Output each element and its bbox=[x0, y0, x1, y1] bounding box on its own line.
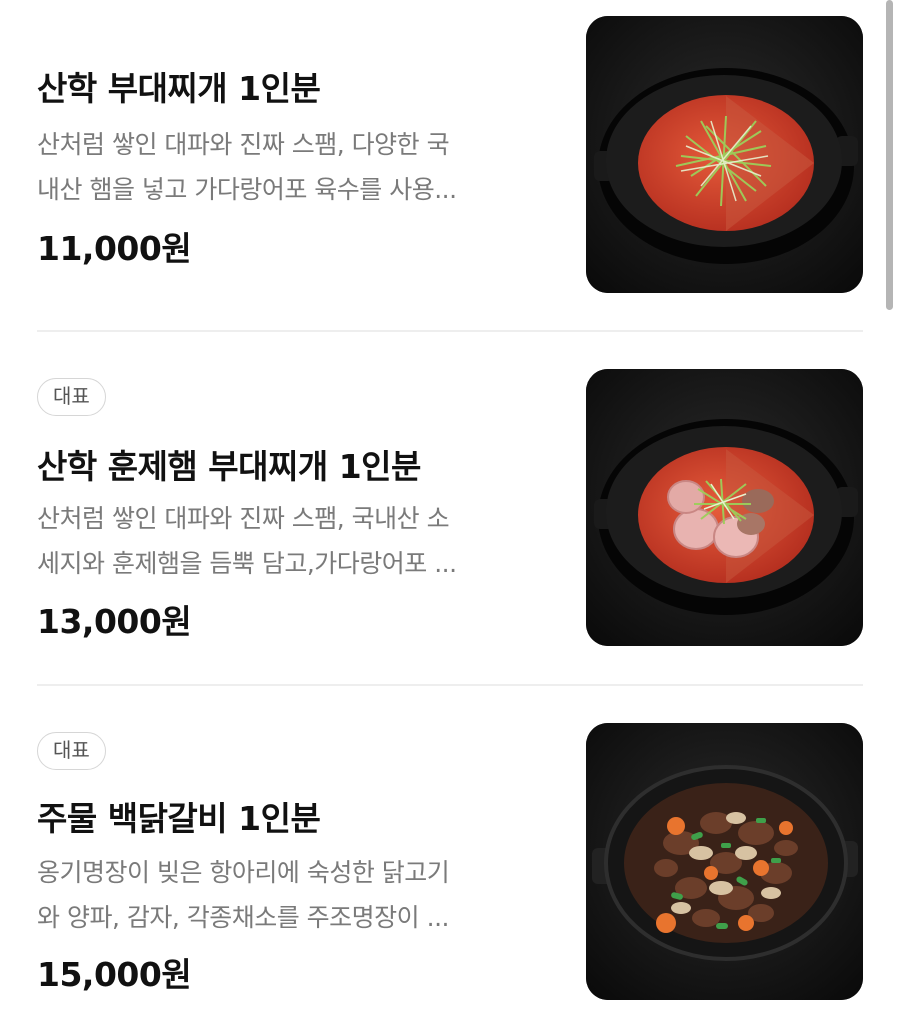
description-line: 산처럼 쌓인 대파와 진짜 스팸, 국내산 소 bbox=[37, 504, 450, 533]
signature-badge: 대표 bbox=[37, 378, 106, 416]
menu-item-image[interactable] bbox=[586, 16, 863, 293]
menu-item-image[interactable] bbox=[586, 723, 863, 1000]
signature-badge: 대표 bbox=[37, 732, 106, 770]
smoked-ham-budae-jjigae-photo bbox=[586, 369, 863, 646]
menu-item-dakgalbi[interactable]: 대표 주물 백닭갈비 1인분 옹기명장이 빚은 항아리에 숙성한 닭고기 와 양… bbox=[0, 686, 900, 1031]
menu-item-price: 11,000원 bbox=[37, 229, 192, 268]
menu-item-title: 산학 부대찌개 1인분 bbox=[37, 69, 321, 108]
budae-jjigae-scallion-photo bbox=[586, 16, 863, 293]
menu-item-image[interactable] bbox=[586, 369, 863, 646]
description-line: 내산 햄을 넣고 가다랑어포 육수를 사용... bbox=[37, 175, 457, 204]
menu-item-title: 주물 백닭갈비 1인분 bbox=[37, 799, 321, 838]
menu-item-description: 옹기명장이 빚은 항아리에 숙성한 닭고기 와 양파, 감자, 각종채소를 주조… bbox=[37, 850, 537, 940]
scrollbar[interactable] bbox=[886, 0, 893, 310]
description-line: 와 양파, 감자, 각종채소를 주조명장이 ... bbox=[37, 903, 449, 932]
description-line: 옹기명장이 빚은 항아리에 숙성한 닭고기 bbox=[37, 858, 450, 887]
menu-item-smoked-ham-budae-jjigae[interactable]: 대표 산학 훈제햄 부대찌개 1인분 산처럼 쌓인 대파와 진짜 스팸, 국내산… bbox=[0, 332, 900, 684]
description-line: 산처럼 쌓인 대파와 진짜 스팸, 다양한 국 bbox=[37, 130, 450, 159]
menu-item-description: 산처럼 쌓인 대파와 진짜 스팸, 국내산 소 세지와 훈제햄을 듬뿍 담고,가… bbox=[37, 496, 537, 586]
menu-list: 산학 부대찌개 1인분 산처럼 쌓인 대파와 진짜 스팸, 다양한 국 내산 햄… bbox=[0, 0, 900, 1031]
cast-iron-dakgalbi-photo bbox=[586, 723, 863, 1000]
menu-item-price: 13,000원 bbox=[37, 602, 192, 641]
menu-item-price: 15,000원 bbox=[37, 955, 192, 994]
menu-item-budae-jjigae[interactable]: 산학 부대찌개 1인분 산처럼 쌓인 대파와 진짜 스팸, 다양한 국 내산 햄… bbox=[0, 0, 900, 330]
menu-item-description: 산처럼 쌓인 대파와 진짜 스팸, 다양한 국 내산 햄을 넣고 가다랑어포 육… bbox=[37, 122, 537, 212]
description-line: 세지와 훈제햄을 듬뿍 담고,가다랑어포 ... bbox=[37, 549, 457, 578]
menu-item-title: 산학 훈제햄 부대찌개 1인분 bbox=[37, 447, 421, 486]
